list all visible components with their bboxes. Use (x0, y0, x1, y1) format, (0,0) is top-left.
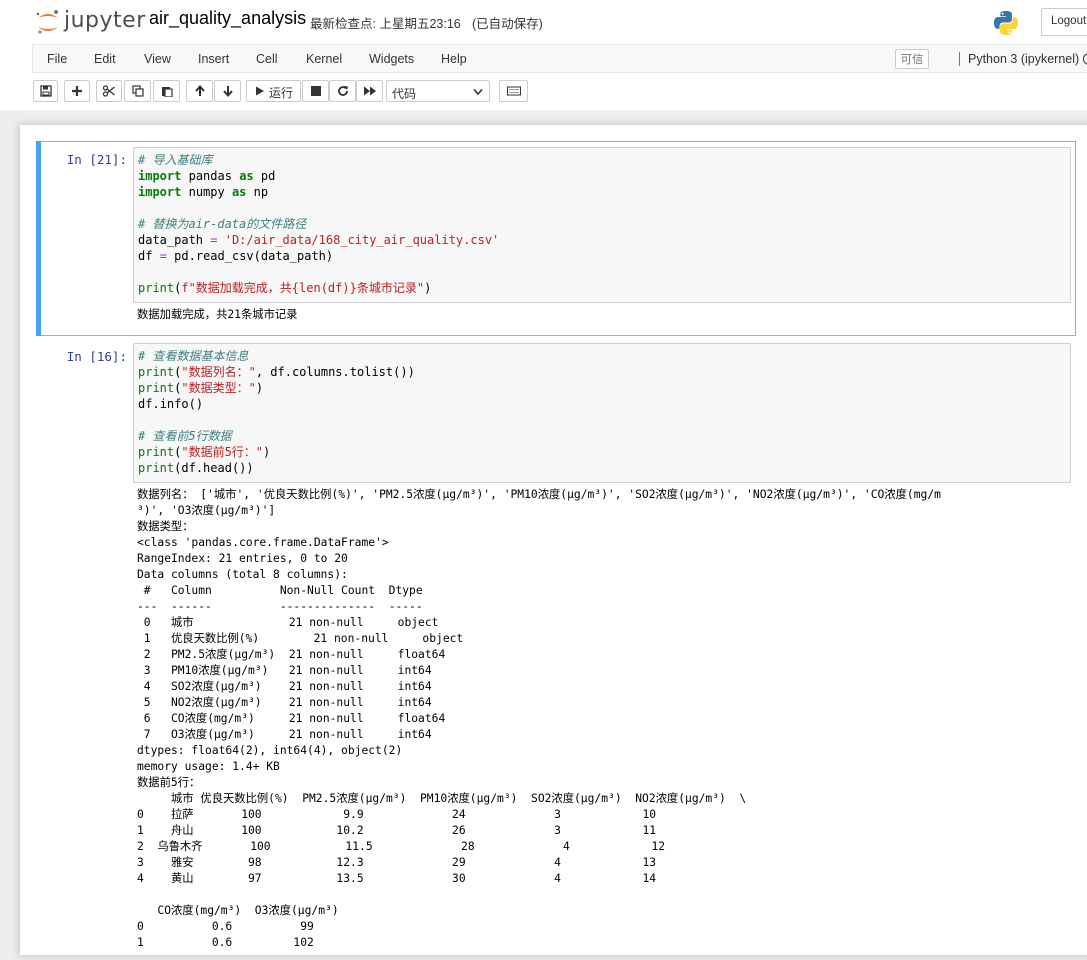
move-down-button[interactable] (214, 80, 241, 102)
output-line: RangeIndex: 21 entries, 0 to 20 (137, 552, 348, 565)
code-line: print("数据类型：") (138, 381, 264, 395)
scissors-icon (102, 85, 115, 97)
code-line: print(df.head()) (138, 461, 254, 475)
logo-text: jupyter (64, 8, 146, 33)
cell-selection-bar (36, 141, 41, 336)
output-line: CO浓度(mg/m³) O3浓度(μg/m³) (137, 904, 339, 917)
output-line: 2 PM2.5浓度(μg/m³) 21 non-null float64 (137, 648, 446, 661)
output-line: 1 优良天数比例(%) 21 non-null object (137, 632, 464, 645)
code-line: data_path = 'D:/air_data/168_city_air_qu… (138, 233, 500, 247)
save-button[interactable] (33, 80, 58, 102)
output-line: 数据加载完成，共21条城市记录 (137, 308, 298, 321)
restart-run-all-button[interactable] (356, 80, 383, 102)
output-line: ³)', 'O3浓度(μg/m³)'] (137, 504, 276, 517)
output-line: 0 0.6 99 (137, 920, 314, 933)
code-line: import pandas as pd (138, 169, 276, 183)
play-icon (256, 86, 264, 96)
output-line: 6 CO浓度(mg/m³) 21 non-null float64 (137, 712, 446, 725)
code-line: # 查看数据基本信息 (138, 349, 249, 363)
plus-icon (72, 86, 82, 96)
fast-forward-icon (363, 86, 376, 96)
code-line: # 替换为air-data的文件路径 (138, 217, 307, 231)
refresh-icon (337, 86, 348, 96)
output-line: # Column Non-Null Count Dtype (137, 584, 423, 597)
code-line: print("数据列名：", df.columns.tolist()) (138, 365, 415, 379)
chevron-down-icon (473, 88, 483, 96)
code-line: print(f"数据加载完成，共{len(df)}条城市记录") (138, 281, 432, 295)
menu-widgets[interactable]: Widgets (369, 52, 414, 66)
kernel-name[interactable]: Python 3 (ipykernel) (968, 52, 1079, 66)
cell-type-value: 代码 (392, 87, 417, 101)
move-up-button[interactable] (186, 80, 213, 102)
output-line: dtypes: float64(2), int64(4), object(2) (137, 744, 403, 757)
code-cell-1[interactable]: In [21]: # 导入基础库 import pandas as pd impor… (36, 141, 1076, 336)
kernel-divider (959, 52, 960, 66)
run-label: 运行 (269, 86, 294, 100)
output-line: 2 乌鲁木齐 100 11.5 28 4 12 (137, 840, 666, 853)
copy-button[interactable] (124, 80, 151, 102)
stop-icon (310, 86, 321, 96)
output-line: 4 SO2浓度(μg/m³) 21 non-null int64 (137, 680, 432, 693)
interrupt-button[interactable] (302, 80, 329, 102)
menu-view[interactable]: View (144, 52, 171, 66)
output-line: 城市 优良天数比例(%) PM2.5浓度(μg/m³) PM10浓度(μg/m³… (137, 792, 747, 805)
menu-file[interactable]: File (47, 52, 67, 66)
output-line: <class 'pandas.core.frame.DataFrame'> (137, 536, 389, 549)
logout-button[interactable]: Logout (1041, 8, 1087, 36)
insert-cell-button[interactable] (64, 80, 90, 102)
code-line: # 导入基础库 (138, 153, 213, 167)
code-input[interactable]: # 查看数据基本信息 print("数据列名：", df.columns.toli… (133, 343, 1071, 483)
cell-prompt: In [16]: (66, 349, 127, 364)
trusted-indicator[interactable]: 可信 (895, 49, 929, 69)
output-line: Data columns (total 8 columns): (137, 568, 348, 581)
code-line: # 查看前5行数据 (138, 429, 232, 443)
menu-kernel[interactable]: Kernel (306, 52, 342, 66)
code-line: print("数据前5行：") (138, 445, 271, 459)
menu-help[interactable]: Help (441, 52, 467, 66)
output-line: 3 雅安 98 12.3 29 4 13 (137, 856, 657, 869)
save-icon (39, 85, 52, 97)
cell-type-select[interactable]: 代码 (386, 80, 490, 102)
arrow-down-icon (222, 86, 233, 97)
menu-insert[interactable]: Insert (198, 52, 229, 66)
output-line: 4 黄山 97 13.5 30 4 14 (137, 872, 657, 885)
header: jupyter air_quality_analysis 最新检查点: 上星期五… (0, 0, 1087, 44)
menu-edit[interactable]: Edit (94, 52, 116, 66)
run-button[interactable]: 运行 (246, 80, 301, 102)
code-input[interactable]: # 导入基础库 import pandas as pd import numpy a… (133, 147, 1071, 303)
output-line: 0 拉萨 100 9.9 24 3 10 (137, 808, 657, 821)
restart-button[interactable] (329, 80, 356, 102)
command-palette-button[interactable] (499, 80, 528, 102)
output-line: 0 城市 21 non-null object (137, 616, 439, 629)
arrow-up-icon (194, 85, 205, 96)
autosave-status: (已自动保存) (472, 17, 543, 31)
python-logo-icon (994, 11, 1018, 35)
cut-button[interactable] (96, 80, 122, 102)
code-line: df.info() (138, 397, 204, 411)
output-line: 3 PM10浓度(μg/m³) 21 non-null int64 (137, 664, 432, 677)
output-line: 数据前5行： (137, 776, 201, 789)
code-line: import numpy as np (138, 185, 269, 199)
paste-icon (161, 87, 173, 97)
output-line: 1 舟山 100 10.2 26 3 11 (137, 824, 657, 837)
output-line: 5 NO2浓度(μg/m³) 21 non-null int64 (137, 696, 432, 709)
output-line: 数据列名： ['城市', '优良天数比例(%)', 'PM2.5浓度(μg/m³… (137, 488, 941, 501)
cell-prompt: In [21]: (66, 152, 127, 167)
copy-icon (131, 85, 144, 97)
output-line: memory usage: 1.4+ KB (137, 760, 280, 773)
output-line: 7 O3浓度(μg/m³) 21 non-null int64 (137, 728, 432, 741)
code-line: df = pd.read_csv(data_path) (138, 249, 334, 263)
jupyter-logo-icon (36, 10, 58, 34)
notebook-name[interactable]: air_quality_analysis (149, 8, 306, 29)
jupyter-logo[interactable]: jupyter (34, 6, 146, 38)
keyboard-icon (506, 86, 521, 96)
output-line: 数据类型： (137, 520, 194, 533)
menu-cell[interactable]: Cell (256, 52, 278, 66)
output-line: --- ------ -------------- ----- (137, 600, 423, 613)
paste-button[interactable] (153, 80, 180, 102)
code-cell-2[interactable]: In [16]: # 查看数据基本信息 print("数据列名：", df.col… (36, 340, 1076, 960)
checkpoint-status: 最新检查点: 上星期五23:16 (310, 17, 461, 31)
